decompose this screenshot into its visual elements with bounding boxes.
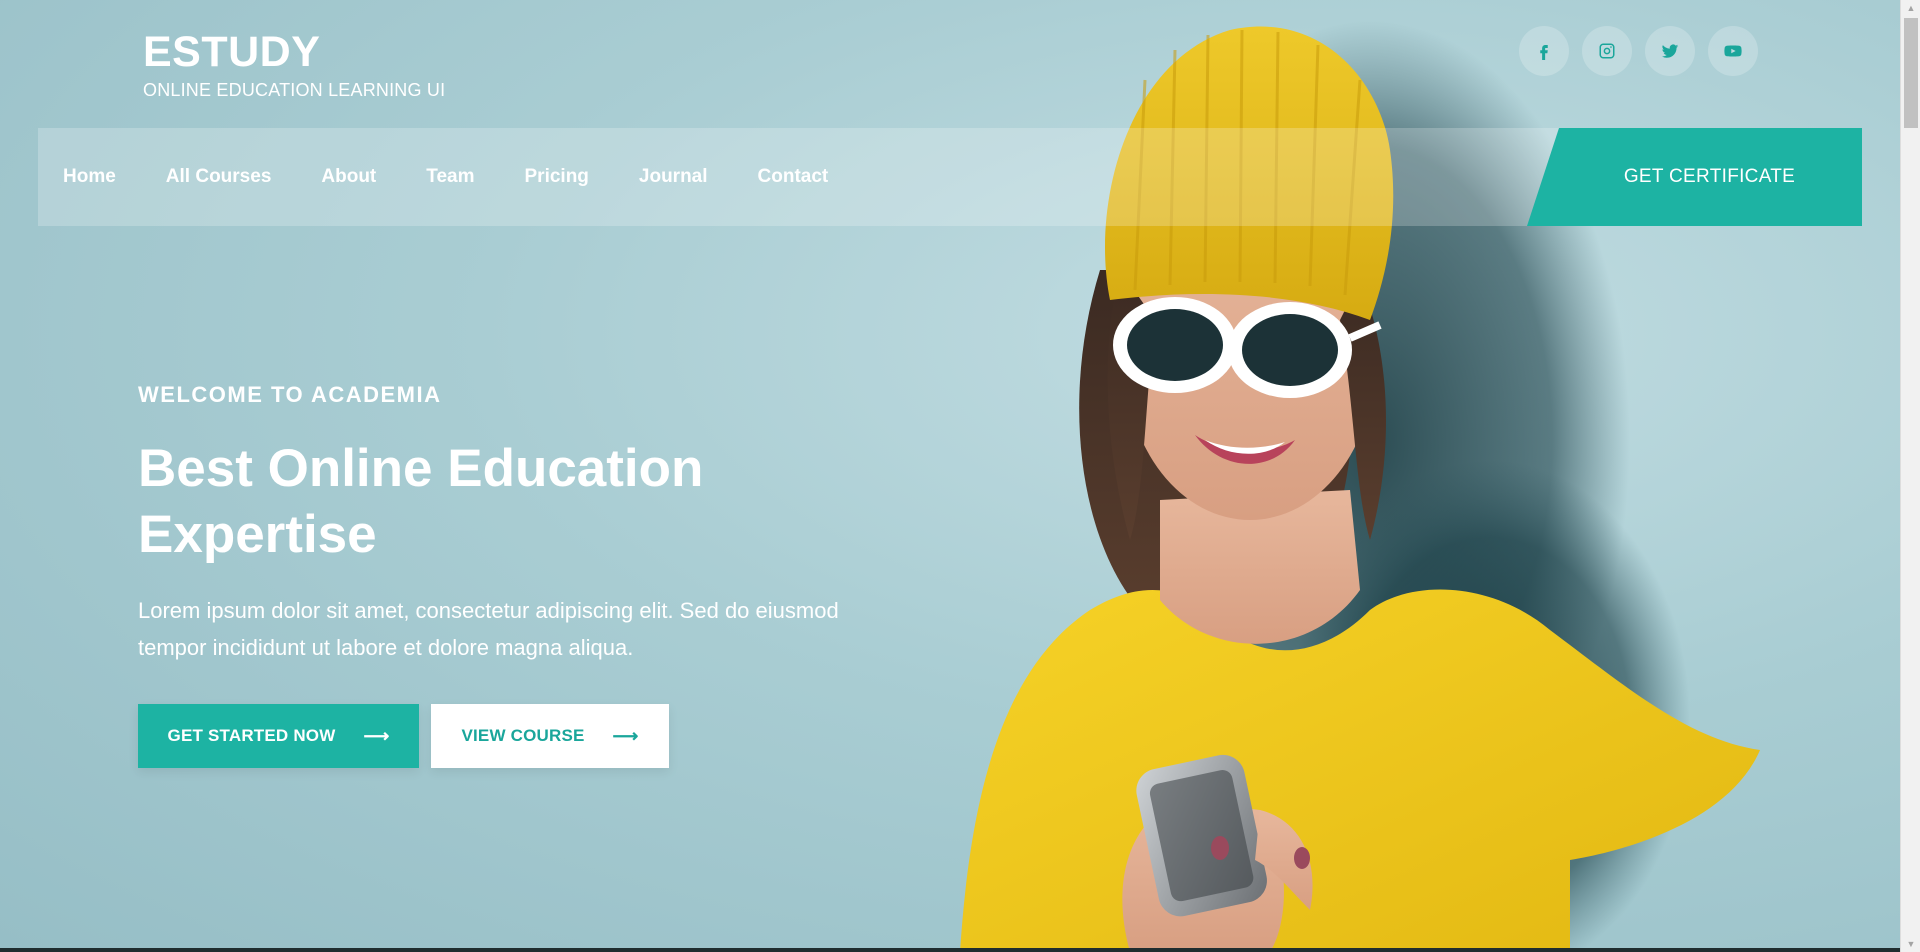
twitter-icon <box>1661 44 1679 58</box>
youtube-icon <box>1724 45 1742 57</box>
nav-item-contact[interactable]: Contact <box>758 166 829 188</box>
nav-item-pricing[interactable]: Pricing <box>525 166 589 188</box>
social-links <box>1519 26 1758 76</box>
nav-item-home[interactable]: Home <box>63 166 116 188</box>
brand[interactable]: ESTUDY ONLINE EDUCATION LEARNING UI <box>143 28 445 101</box>
facebook-icon <box>1540 45 1548 60</box>
hero-section: ESTUDY ONLINE EDUCATION LEARNING UI Home… <box>0 0 1900 952</box>
arrow-right-icon: ⟶ <box>612 725 639 746</box>
nav-links: Home All Courses About Team Pricing Jour… <box>63 128 878 226</box>
scrollbar-thumb[interactable] <box>1904 18 1918 128</box>
youtube-button[interactable] <box>1708 26 1758 76</box>
get-started-button[interactable]: GET STARTED NOW ⟶ <box>138 704 419 768</box>
get-certificate-button[interactable]: GET CERTIFICATE <box>1527 128 1862 226</box>
brand-subtitle: ONLINE EDUCATION LEARNING UI <box>143 80 446 100</box>
instagram-icon <box>1599 43 1615 59</box>
bottom-edge <box>0 948 1900 952</box>
hero-headline: Best Online Education Expertise <box>138 439 704 564</box>
arrow-right-icon: ⟶ <box>363 725 390 746</box>
vertical-scrollbar[interactable]: ▲ ▼ <box>1900 0 1920 952</box>
facebook-button[interactable] <box>1519 26 1569 76</box>
nav-item-all-courses[interactable]: All Courses <box>166 166 272 188</box>
nav-item-journal[interactable]: Journal <box>639 166 708 188</box>
nav-item-about[interactable]: About <box>321 166 376 188</box>
twitter-button[interactable] <box>1645 26 1695 76</box>
hero-kicker: WELCOME TO ACADEMIA <box>138 382 442 407</box>
scroll-down-icon[interactable]: ▼ <box>1901 936 1920 952</box>
brand-title[interactable]: ESTUDY <box>143 28 445 76</box>
scroll-up-icon[interactable]: ▲ <box>1901 0 1920 16</box>
get-started-label: GET STARTED NOW <box>167 726 336 745</box>
instagram-button[interactable] <box>1582 26 1632 76</box>
nav-item-team[interactable]: Team <box>426 166 474 188</box>
main-navbar: Home All Courses About Team Pricing Jour… <box>38 128 1862 226</box>
view-course-label: VIEW COURSE <box>461 726 585 745</box>
view-course-button[interactable]: VIEW COURSE ⟶ <box>431 704 669 768</box>
hero-lead-text: Lorem ipsum dolor sit amet, consectetur … <box>138 598 839 660</box>
